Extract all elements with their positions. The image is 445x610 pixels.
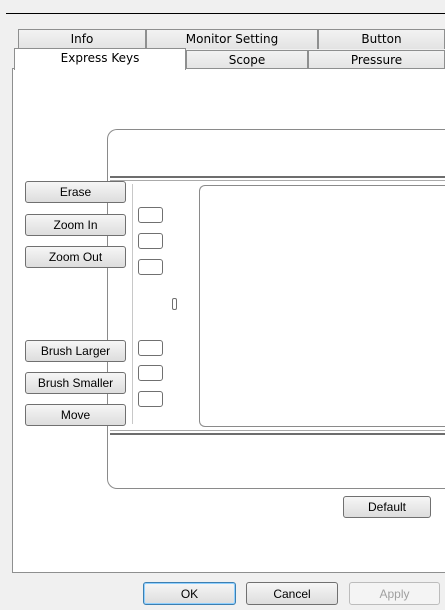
tab-button[interactable]: Button xyxy=(318,29,445,49)
erase-button[interactable]: Erase xyxy=(25,181,126,203)
tab-monitor-setting[interactable]: Monitor Setting xyxy=(146,29,318,49)
tab-pressure[interactable]: Pressure xyxy=(308,50,445,70)
zoom-in-button[interactable]: Zoom In xyxy=(25,214,126,236)
touch-strip-indicator xyxy=(172,298,177,310)
tablet-key-divider xyxy=(132,184,133,424)
zoom-out-button[interactable]: Zoom Out xyxy=(25,246,126,268)
tab-express-keys[interactable]: Express Keys xyxy=(14,48,186,70)
express-key-3 xyxy=(138,259,163,275)
apply-button[interactable]: Apply xyxy=(349,582,440,605)
cancel-button[interactable]: Cancel xyxy=(246,582,338,605)
brush-larger-button[interactable]: Brush Larger xyxy=(25,340,126,362)
tablet-active-area xyxy=(199,185,445,427)
express-key-2 xyxy=(138,233,163,249)
express-key-1 xyxy=(138,207,163,223)
tab-scope[interactable]: Scope xyxy=(186,50,308,70)
ok-button[interactable]: OK xyxy=(143,582,236,605)
tab-info[interactable]: Info xyxy=(18,29,146,49)
brush-smaller-button[interactable]: Brush Smaller xyxy=(25,372,126,394)
tablet-top-edge xyxy=(110,176,445,181)
default-button[interactable]: Default xyxy=(343,496,431,518)
express-key-5 xyxy=(138,365,163,381)
move-button[interactable]: Move xyxy=(25,404,126,426)
express-key-4 xyxy=(138,340,163,356)
express-key-6 xyxy=(138,391,163,407)
tablet-bottom-edge xyxy=(110,430,445,435)
top-border-line xyxy=(6,13,445,14)
